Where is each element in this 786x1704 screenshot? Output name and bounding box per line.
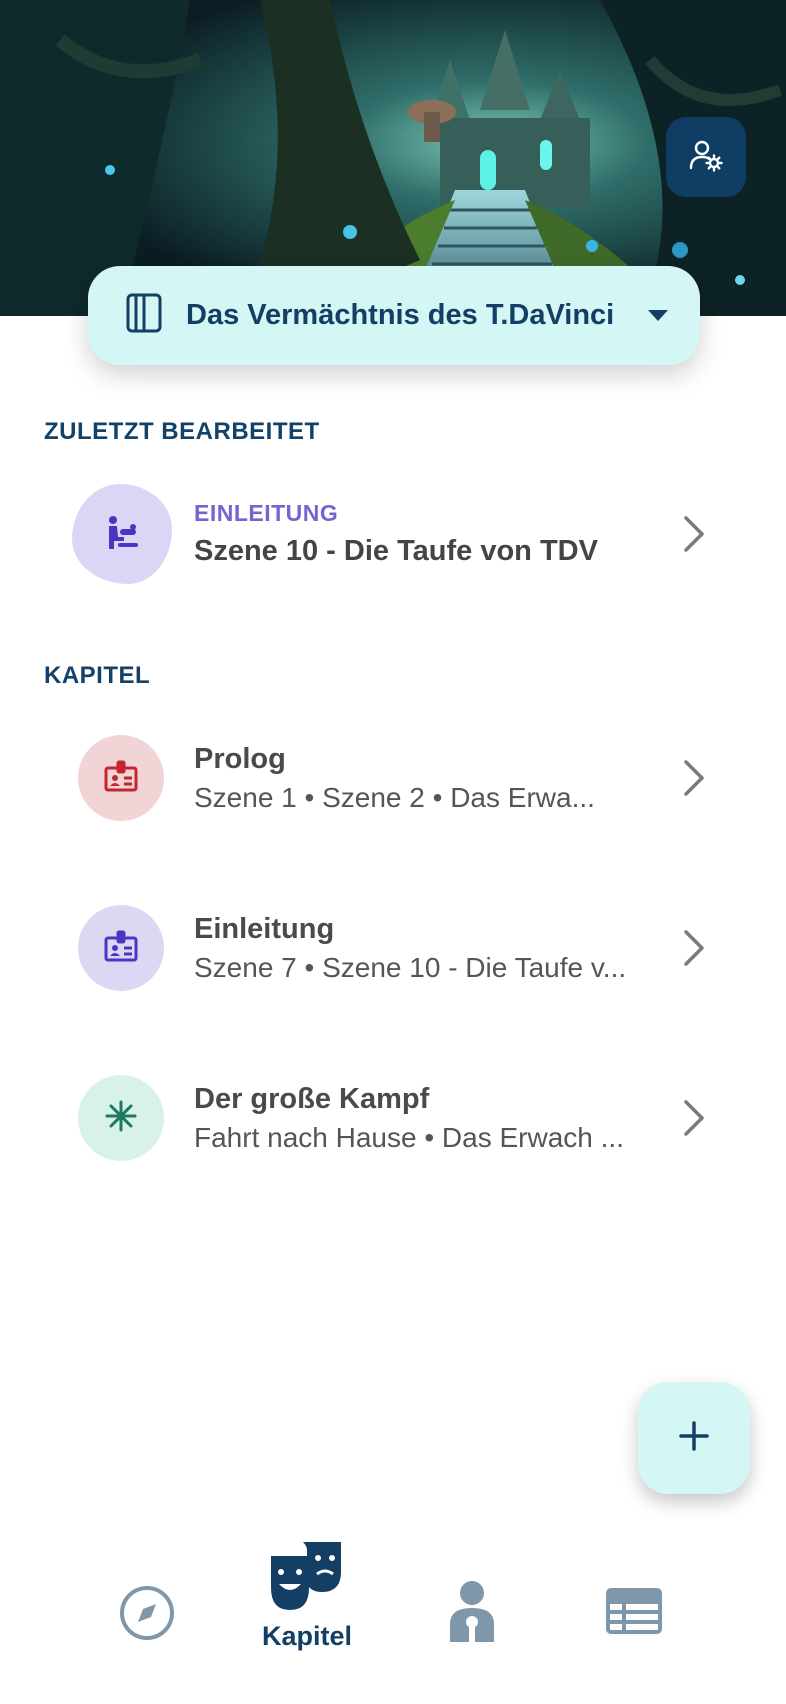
chapter-scenes: Fahrt nach Hause • Das Erwach ... [194, 1121, 624, 1153]
recent-scene-title: Szene 10 - Die Taufe von TDV [194, 535, 598, 567]
user-settings-icon [689, 138, 723, 177]
chapter-item[interactable]: Prolog Szene 1 • Szene 2 • Das Erwa... [0, 718, 786, 838]
scene-avatar [72, 484, 172, 584]
add-chapter-button[interactable] [638, 1382, 750, 1494]
chapters-section-heading: KAPITEL [44, 662, 151, 689]
nav-characters[interactable] [450, 1580, 494, 1647]
plus-icon [679, 1420, 709, 1456]
chapter-avatar [78, 905, 164, 991]
id-card-icon [104, 930, 138, 967]
nav-chapters[interactable]: Kapitel [262, 1540, 352, 1652]
chapter-item[interactable]: Der große Kampf Fahrt nach Hause • Das E… [0, 1058, 786, 1178]
chapter-scenes: Szene 1 • Szene 2 • Das Erwa... [194, 781, 595, 813]
table-icon [606, 1588, 662, 1639]
snowflake-icon [104, 1099, 138, 1138]
project-selector[interactable]: Das Vermächtnis des T.DaVinci [88, 266, 700, 365]
recent-chapter-label: EINLEITUNG [194, 500, 339, 526]
nav-table[interactable] [606, 1588, 662, 1639]
nav-chapters-label: Kapitel [262, 1621, 353, 1651]
chapter-title: Einleitung [194, 912, 335, 945]
compass-icon [118, 1584, 176, 1647]
chevron-down-icon [648, 310, 668, 321]
person-icon [450, 1580, 494, 1647]
nav-explore[interactable] [118, 1584, 176, 1647]
chapter-item[interactable]: Einleitung Szene 7 • Szene 10 - Die Tauf… [0, 888, 786, 1008]
chapter-avatar [78, 735, 164, 821]
chapter-title: Prolog [194, 742, 286, 775]
recent-section-heading: ZULETZT BEARBEITET [44, 418, 320, 445]
chevron-right-icon [676, 1096, 712, 1140]
chevron-right-icon [676, 756, 712, 800]
baptism-icon [104, 515, 140, 554]
chapter-avatar [78, 1075, 164, 1161]
chevron-right-icon [676, 926, 712, 970]
account-settings-button[interactable] [666, 117, 746, 197]
chapter-title: Der große Kampf [194, 1082, 430, 1115]
project-title: Das Vermächtnis des T.DaVinci [186, 299, 615, 331]
book-icon [126, 293, 162, 338]
recent-scene-item[interactable]: EINLEITUNG Szene 10 - Die Taufe von TDV [0, 474, 786, 594]
bottom-navigation: Kapitel [0, 1540, 786, 1704]
chapter-scenes: Szene 7 • Szene 10 - Die Taufe v... [194, 951, 627, 983]
theater-masks-icon [269, 1540, 345, 1617]
chevron-right-icon [676, 512, 712, 556]
id-card-icon [104, 760, 138, 797]
